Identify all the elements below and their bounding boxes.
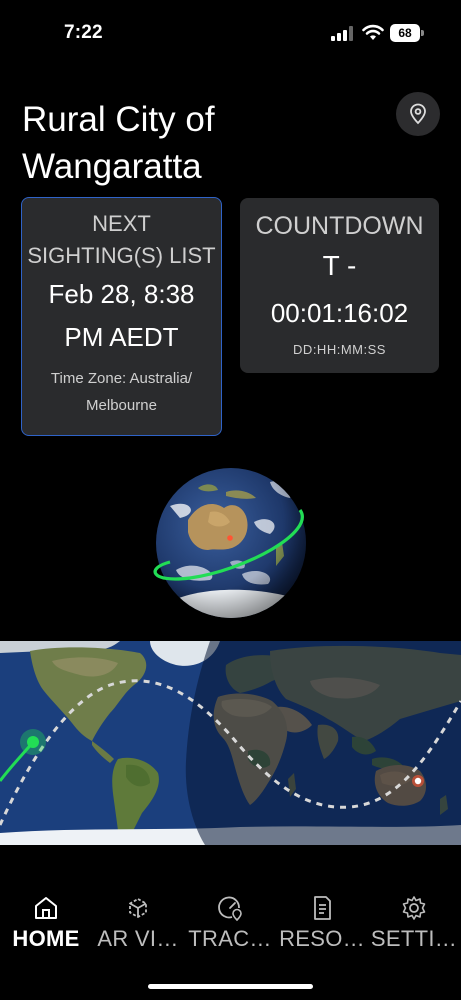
- countdown-card: COUNTDOWN T - 00:01:16:02 DD:HH:MM:SS: [240, 198, 439, 373]
- tab-settings[interactable]: SETTI…: [368, 894, 460, 952]
- user-location-marker: [414, 777, 422, 785]
- countdown-format: DD:HH:MM:SS: [293, 342, 386, 357]
- ar-cube-icon: [129, 897, 147, 919]
- countdown-heading: COUNTDOWN: [255, 212, 424, 240]
- home-indicator[interactable]: [148, 984, 313, 989]
- cellular-signal-icon: [331, 26, 353, 41]
- tab-home[interactable]: HOME: [0, 894, 92, 952]
- next-sighting-date-line1: Feb 28, 8:38: [48, 279, 195, 309]
- tab-ar-view-label: AR VI…: [97, 926, 179, 951]
- battery-indicator: 68: [390, 24, 420, 42]
- tab-track-label: TRAC…: [188, 926, 272, 951]
- tab-resources[interactable]: RESO…: [276, 894, 368, 952]
- home-icon: [35, 897, 57, 919]
- status-time: 7:22: [64, 22, 103, 43]
- document-icon: [314, 896, 331, 920]
- location-marker: [227, 535, 233, 541]
- next-sighting-date-line2: PM AEDT: [64, 322, 179, 352]
- countdown-prefix: T -: [322, 250, 357, 281]
- wifi-icon: [362, 24, 384, 40]
- tab-resources-label: RESO…: [279, 926, 365, 951]
- timezone-line2: Melbourne: [86, 397, 157, 414]
- page-title: Rural City of Wangaratta: [22, 100, 215, 186]
- timezone-line1: Time Zone: Australia/: [50, 370, 193, 387]
- countdown-value: 00:01:16:02: [270, 298, 409, 328]
- tab-ar-view[interactable]: AR VI…: [92, 894, 184, 952]
- location-pin-icon: [410, 103, 426, 125]
- tab-settings-label: SETTI…: [370, 926, 458, 951]
- track-gauge-icon: [218, 896, 242, 922]
- night-region: [185, 641, 461, 845]
- iss-marker: [27, 736, 39, 748]
- gear-icon: [402, 896, 426, 920]
- next-sightings-card[interactable]: NEXT SIGHTING(S) LIST Feb 28, 8:38 PM AE…: [21, 197, 222, 436]
- next-sightings-heading-line1: NEXT: [92, 211, 151, 236]
- tab-track[interactable]: TRAC…: [184, 894, 276, 952]
- battery-tip: [421, 30, 424, 36]
- next-sightings-heading-line2: SIGHTING(S) LIST: [27, 243, 216, 268]
- tab-home-label: HOME: [12, 926, 80, 951]
- world-map[interactable]: [0, 641, 461, 845]
- location-button[interactable]: [396, 92, 440, 136]
- globe-view[interactable]: [150, 462, 312, 624]
